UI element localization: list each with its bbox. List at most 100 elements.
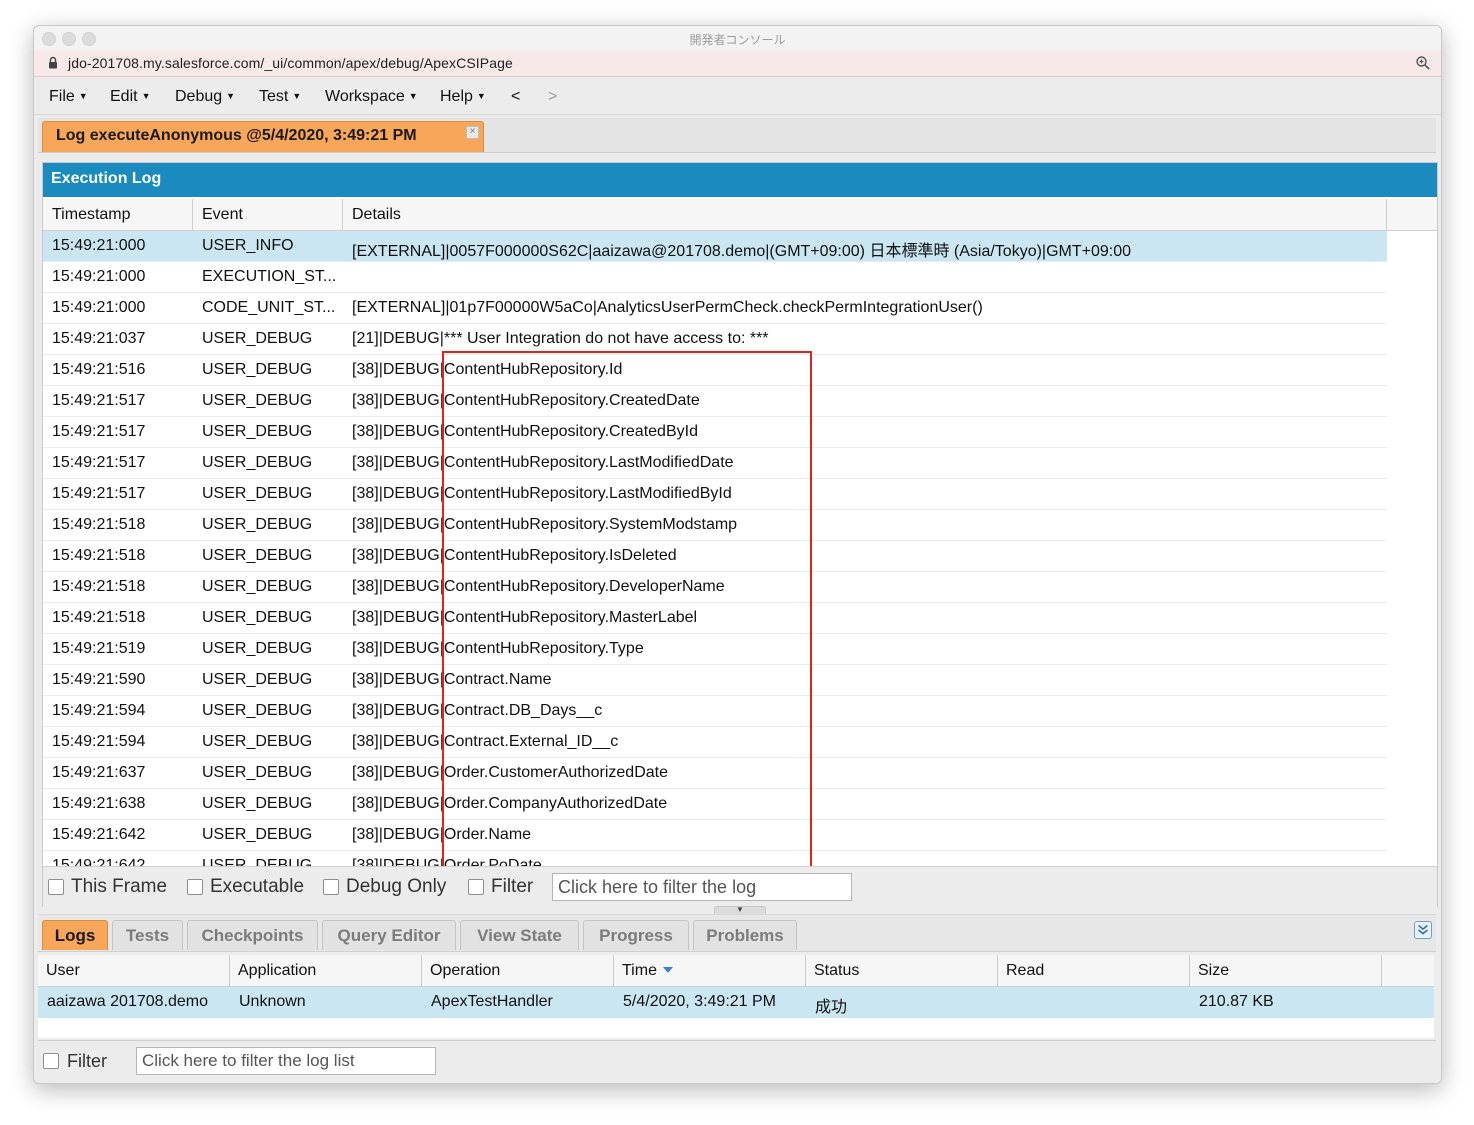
log-list-filter-input[interactable]: [136, 1047, 436, 1075]
log-row[interactable]: 15:49:21:519 USER_DEBUG [38]|DEBUG|Content…: [43, 634, 1387, 665]
execution-log-rows[interactable]: 15:49:21:000 USER_INFO [EXTERNAL]|0057F000…: [43, 231, 1387, 866]
log-row[interactable]: 15:49:21:517 USER_DEBUG [38]|DEBUG|Content…: [43, 417, 1387, 448]
cell-details: [38]|DEBUG|Order.CompanyAuthorizedDate: [352, 795, 668, 812]
cell-timestamp: 15:49:21:642: [52, 857, 146, 866]
cell-details: [38]|DEBUG|ContentHubRepository.Id: [352, 361, 623, 378]
menu-edit[interactable]: Edit ▼: [110, 88, 151, 106]
log-row[interactable]: 15:49:21:638 USER_DEBUG [38]|DEBUG|Order.C…: [43, 789, 1387, 820]
tab-query-editor[interactable]: Query Editor: [322, 920, 456, 950]
logs-list-panel: User Application Operation Time Status R…: [38, 952, 1436, 1082]
close-icon[interactable]: ×: [466, 126, 479, 139]
tab-view-state[interactable]: View State: [460, 920, 579, 950]
column-header-user[interactable]: User: [38, 955, 230, 987]
column-header-read[interactable]: Read: [998, 955, 1190, 987]
log-row[interactable]: 15:49:21:517 USER_DEBUG [38]|DEBUG|Content…: [43, 448, 1387, 479]
column-header-timestamp[interactable]: Timestamp: [43, 199, 193, 231]
chevron-down-icon: ▼: [292, 91, 302, 101]
column-header-application[interactable]: Application: [230, 955, 422, 987]
cell-details: [38]|DEBUG|ContentHubRepository.LastModi…: [352, 485, 732, 502]
nav-back-button[interactable]: <: [511, 88, 520, 106]
tab-problems[interactable]: Problems: [693, 920, 797, 950]
cell-timestamp: 15:49:21:517: [52, 454, 146, 471]
log-list-empty-area: [38, 1018, 1434, 1038]
log-row[interactable]: 15:49:21:000 CODE_UNIT_ST... [EXTERNAL]|01…: [43, 293, 1387, 324]
log-row[interactable]: 15:49:21:518 USER_DEBUG [38]|DEBUG|Content…: [43, 603, 1387, 634]
log-list-filter-checkbox[interactable]: [43, 1053, 59, 1069]
cell-event: USER_DEBUG: [202, 671, 313, 688]
column-header-status[interactable]: Status: [806, 955, 998, 987]
log-row[interactable]: 15:49:21:590 USER_DEBUG [38]|DEBUG|Contrac…: [43, 665, 1387, 696]
nav-forward-button[interactable]: >: [548, 88, 557, 106]
log-row[interactable]: 15:49:21:518 USER_DEBUG [38]|DEBUG|Content…: [43, 541, 1387, 572]
cell-size: 210.87 KB: [1199, 993, 1274, 1010]
column-header-operation[interactable]: Operation: [422, 955, 614, 987]
log-row[interactable]: 15:49:21:642 USER_DEBUG [38]|DEBUG|Order.N…: [43, 820, 1387, 851]
log-row[interactable]: 15:49:21:000 USER_INFO [EXTERNAL]|0057F000…: [43, 231, 1387, 262]
executable-checkbox[interactable]: [187, 879, 203, 895]
log-row[interactable]: 15:49:21:637 USER_DEBUG [38]|DEBUG|Order.C…: [43, 758, 1387, 789]
url-text[interactable]: jdo-201708.my.salesforce.com/_ui/common/…: [68, 55, 513, 71]
cell-event: USER_DEBUG: [202, 795, 313, 812]
menu-debug[interactable]: Debug ▼: [175, 88, 235, 106]
column-header-details[interactable]: Details: [343, 199, 1387, 231]
chevron-down-icon: ▼: [141, 91, 151, 101]
menu-workspace[interactable]: Workspace ▼: [325, 88, 418, 106]
zoom-magnifier-icon[interactable]: [1415, 55, 1431, 71]
collapse-panel-icon[interactable]: [1414, 921, 1432, 939]
cell-timestamp: 15:49:21:000: [52, 237, 146, 254]
cell-timestamp: 15:49:21:517: [52, 485, 146, 502]
cell-details: [38]|DEBUG|ContentHubRepository.CreatedB…: [352, 423, 698, 440]
cell-user: aaizawa 201708.demo: [47, 993, 209, 1010]
column-header-time[interactable]: Time: [614, 955, 806, 987]
log-row[interactable]: 15:49:21:518 USER_DEBUG [38]|DEBUG|Content…: [43, 510, 1387, 541]
column-header-size[interactable]: Size: [1190, 955, 1382, 987]
cell-details: [38]|DEBUG|ContentHubRepository.CreatedD…: [352, 392, 700, 409]
cell-timestamp: 15:49:21:642: [52, 826, 146, 843]
chevron-down-icon: ▼: [408, 91, 418, 101]
cell-timestamp: 15:49:21:037: [52, 330, 146, 347]
log-row[interactable]: 15:49:21:594 USER_DEBUG [38]|DEBUG|Contrac…: [43, 727, 1387, 758]
column-header-spacer: [1382, 955, 1434, 987]
tab-logs[interactable]: Logs: [42, 920, 108, 950]
cell-timestamp: 15:49:21:594: [52, 702, 146, 719]
filter-label: Filter: [491, 876, 534, 897]
log-row[interactable]: 15:49:21:594 USER_DEBUG [38]|DEBUG|Contrac…: [43, 696, 1387, 727]
cell-event: USER_DEBUG: [202, 485, 313, 502]
log-row[interactable]: 15:49:21:516 USER_DEBUG [38]|DEBUG|Content…: [43, 355, 1387, 386]
cell-details: [38]|DEBUG|Order.PoDate: [352, 857, 542, 866]
log-row[interactable]: 15:49:21:642 USER_DEBUG [38]|DEBUG|Order.P…: [43, 851, 1387, 866]
cell-details: [38]|DEBUG|Contract.Name: [352, 671, 552, 688]
cell-timestamp: 15:49:21:637: [52, 764, 146, 781]
cell-event: USER_DEBUG: [202, 516, 313, 533]
execution-log-title: Execution Log: [51, 170, 162, 187]
menu-test[interactable]: Test ▼: [259, 88, 301, 106]
log-list-row[interactable]: aaizawa 201708.demo Unknown ApexTestHand…: [38, 987, 1434, 1018]
log-row[interactable]: 15:49:21:517 USER_DEBUG [38]|DEBUG|Content…: [43, 479, 1387, 510]
cell-event: USER_DEBUG: [202, 423, 313, 440]
log-row[interactable]: 15:49:21:000 EXECUTION_ST...: [43, 262, 1387, 293]
cell-details: [38]|DEBUG|Order.CustomerAuthorizedDate: [352, 764, 668, 781]
menu-test-label: Test: [259, 88, 289, 105]
tab-checkpoints[interactable]: Checkpoints: [187, 920, 318, 950]
tab-tests[interactable]: Tests: [112, 920, 183, 950]
menu-file[interactable]: File ▼: [49, 88, 88, 106]
cell-event: USER_DEBUG: [202, 702, 313, 719]
log-filter-input[interactable]: [552, 873, 852, 901]
developer-console-window: 開発者コンソール jdo-201708.my.salesforce.com/_u…: [33, 25, 1442, 1084]
tab-log-execute-anonymous[interactable]: Log executeAnonymous @5/4/2020, 3:49:21 …: [42, 121, 484, 152]
cell-event: CODE_UNIT_ST...: [202, 299, 336, 316]
menu-edit-label: Edit: [110, 88, 138, 105]
log-row[interactable]: 15:49:21:037 USER_DEBUG [21]|DEBUG|*** Use…: [43, 324, 1387, 355]
this-frame-checkbox[interactable]: [48, 879, 64, 895]
cell-details: [38]|DEBUG|ContentHubRepository.Type: [352, 640, 644, 657]
log-row[interactable]: 15:49:21:517 USER_DEBUG [38]|DEBUG|Content…: [43, 386, 1387, 417]
menu-help[interactable]: Help ▼: [440, 88, 486, 106]
cell-details: [38]|DEBUG|ContentHubRepository.IsDelete…: [352, 547, 677, 564]
filter-checkbox[interactable]: [468, 879, 484, 895]
window-titlebar: 開発者コンソール: [34, 26, 1441, 51]
column-header-event[interactable]: Event: [193, 199, 343, 231]
debug-only-checkbox[interactable]: [323, 879, 339, 895]
chevron-down-icon: ▼: [78, 91, 88, 101]
log-row[interactable]: 15:49:21:518 USER_DEBUG [38]|DEBUG|Content…: [43, 572, 1387, 603]
tab-progress[interactable]: Progress: [583, 920, 689, 950]
